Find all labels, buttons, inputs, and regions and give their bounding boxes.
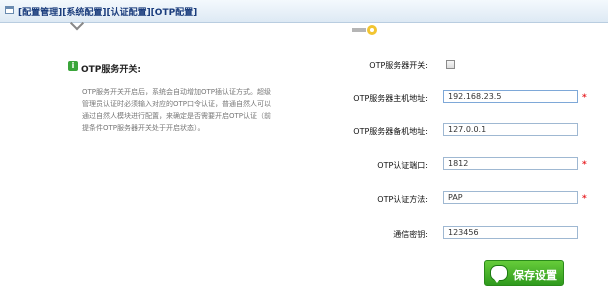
primary-host-input[interactable] (443, 90, 578, 103)
required-mark: * (582, 194, 587, 204)
top-bar: [配置管理][系统配置][认证配置][OTP配置] (0, 0, 608, 23)
primary-host-label: OTP服务器主机地址: (353, 94, 428, 103)
required-mark: * (582, 93, 587, 103)
backup-host-label: OTP服务器备机地址: (353, 127, 428, 136)
window-icon (5, 6, 14, 14)
backup-host-input[interactable] (443, 123, 578, 136)
save-button-label: 保存设置 (513, 270, 557, 282)
switch-label: OTP服务器开关: (369, 61, 428, 70)
secret-input[interactable] (443, 226, 578, 239)
port-input[interactable] (443, 157, 578, 170)
section-description: OTP服务开关开启后，系统会自动增加OTP插认证方式。超级管理员认证时必须输入对… (82, 88, 272, 132)
port-label: OTP认证端口: (377, 161, 428, 170)
section-title: OTP服务开关: (81, 65, 141, 75)
decorative-key-icon (352, 25, 377, 35)
method-label: OTP认证方法: (377, 195, 428, 204)
secret-label: 通信密钥: (393, 230, 428, 239)
required-mark: * (582, 160, 587, 170)
otp-switch-checkbox[interactable] (446, 60, 455, 69)
save-button[interactable]: 保存设置 (484, 260, 564, 286)
breadcrumb: [配置管理][系统配置][认证配置][OTP配置] (18, 8, 198, 18)
chat-bubble-icon (490, 265, 508, 283)
method-input[interactable] (443, 191, 578, 204)
